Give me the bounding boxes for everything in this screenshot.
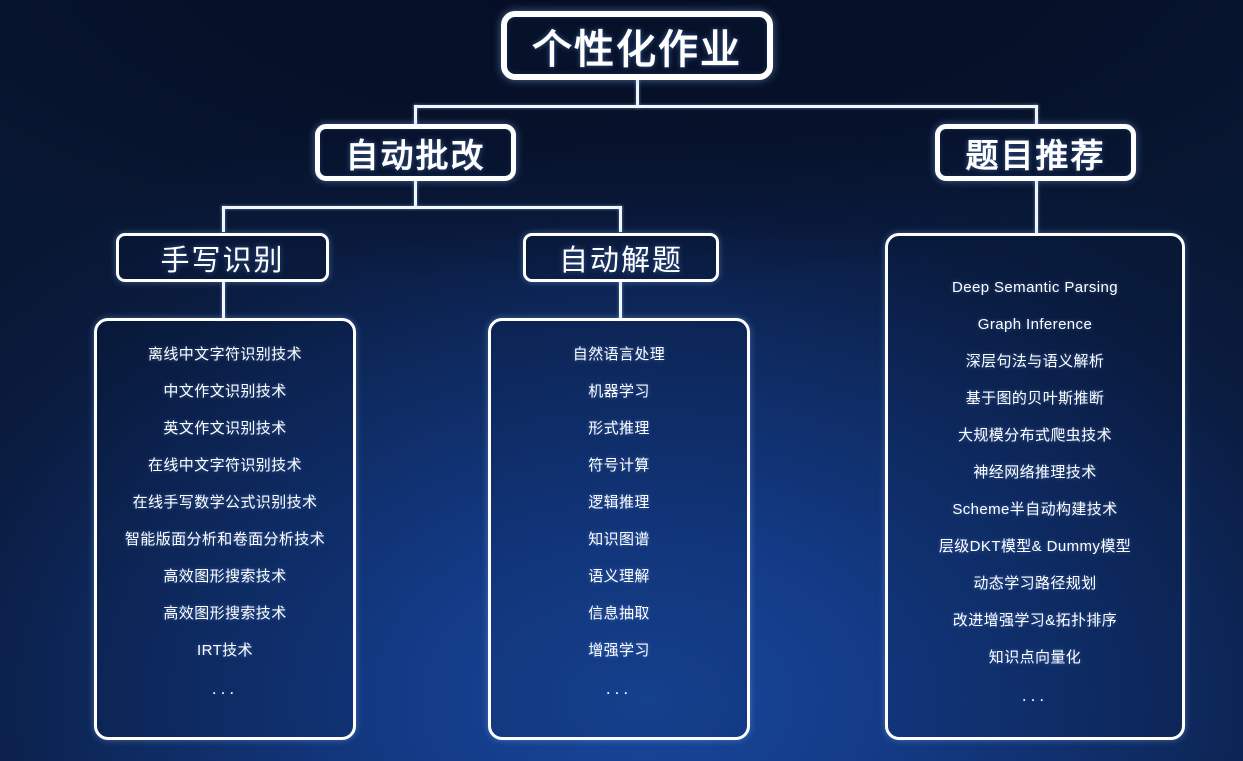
list-item: 在线中文字符识别技术 (147, 457, 302, 474)
list-item: 离线中文字符识别技术 (147, 346, 302, 363)
connector-handwriting-to-panel (222, 282, 225, 320)
list-item: 机器学习 (588, 383, 650, 400)
list-item: 层级DKT模型& Dummy模型 (938, 538, 1132, 555)
connector-root-bus (414, 105, 1038, 108)
node-question-recommend[interactable]: 题目推荐 (935, 124, 1136, 181)
list-item: 语义理解 (588, 568, 650, 585)
list-item: 改进增强学习&拓扑排序 (952, 612, 1118, 629)
list-item: 大规模分布式爬虫技术 (957, 427, 1112, 444)
list-item: 高效图形搜索技术 (163, 568, 287, 585)
node-handwriting-recognition[interactable]: 手写识别 (116, 233, 329, 282)
panel-handwriting-recognition: 离线中文字符识别技术 中文作文识别技术 英文作文识别技术 在线中文字符识别技术 … (94, 318, 356, 740)
connector-to-auto-solving (619, 206, 622, 232)
list-item: 知识图谱 (588, 531, 650, 548)
list-item-ellipsis: ... (1021, 686, 1049, 705)
list-item: Deep Semantic Parsing (952, 279, 1118, 296)
list-item: 动态学习路径规划 (973, 575, 1097, 592)
node-auto-grading[interactable]: 自动批改 (315, 124, 516, 181)
node-root[interactable]: 个性化作业 (501, 11, 773, 80)
list-item: 逻辑推理 (588, 494, 650, 511)
list-item-ellipsis: ... (605, 679, 633, 698)
connector-root-stem (636, 78, 639, 108)
list-item: 符号计算 (588, 457, 650, 474)
connector-auto-grading-stem (414, 178, 417, 208)
list-item: 增强学习 (588, 642, 650, 659)
list-item: 自然语言处理 (572, 346, 666, 363)
list-item: 信息抽取 (588, 605, 650, 622)
list-item: 中文作文识别技术 (163, 383, 287, 400)
list-item: 英文作文识别技术 (163, 420, 287, 437)
list-item: 基于图的贝叶斯推断 (965, 390, 1105, 407)
node-auto-problem-solving[interactable]: 自动解题 (523, 233, 719, 282)
list-item: 知识点向量化 (988, 649, 1082, 666)
panel-auto-problem-solving: 自然语言处理 机器学习 形式推理 符号计算 逻辑推理 知识图谱 语义理解 信息抽… (488, 318, 750, 740)
list-item: Graph Inference (977, 316, 1093, 333)
list-item: 形式推理 (588, 420, 650, 437)
list-item: 在线手写数学公式识别技术 (132, 494, 318, 511)
connector-question-recommend-to-panel (1035, 178, 1038, 234)
list-item: 深层句法与语义解析 (965, 353, 1105, 370)
connector-auto-grading-bus (222, 206, 622, 209)
list-item: 智能版面分析和卷面分析技术 (124, 531, 326, 548)
connector-auto-solving-to-panel (619, 282, 622, 320)
list-item: 高效图形搜索技术 (163, 605, 287, 622)
list-item: 神经网络推理技术 (973, 464, 1097, 481)
diagram-canvas: 个性化作业 自动批改 题目推荐 手写识别 自动解题 离线中文字符识别技术 中文作… (0, 0, 1243, 761)
list-item-ellipsis: ... (211, 679, 239, 698)
connector-to-handwriting (222, 206, 225, 232)
panel-question-recommendation: Deep Semantic Parsing Graph Inference 深层… (885, 233, 1185, 740)
list-item: Scheme半自动构建技术 (952, 501, 1118, 518)
list-item: IRT技术 (197, 642, 253, 659)
